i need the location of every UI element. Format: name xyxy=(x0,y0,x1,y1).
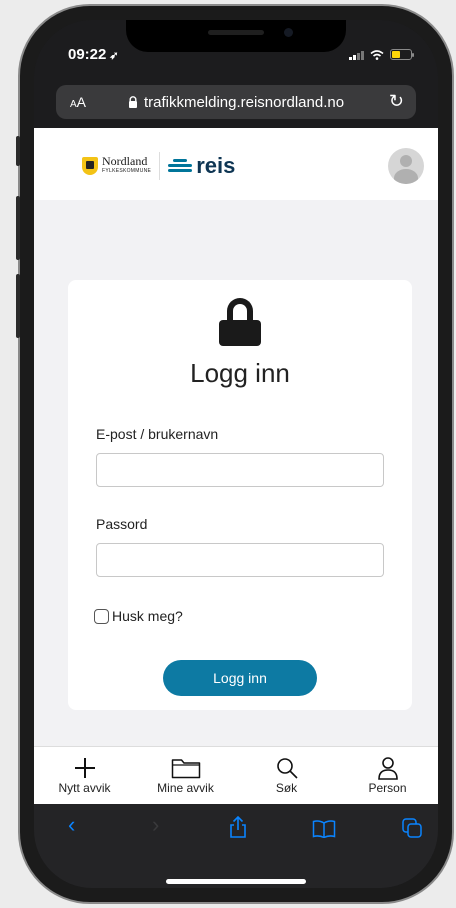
back-icon[interactable]: ‹ xyxy=(68,812,75,838)
tab-label: Nytt avvik xyxy=(58,781,111,795)
reis-waves-icon xyxy=(168,158,193,174)
search-icon xyxy=(275,755,299,781)
lock-small-icon xyxy=(128,96,137,108)
nordland-name: Nordland xyxy=(102,154,148,168)
remember-checkbox[interactable] xyxy=(94,608,109,624)
forward-icon[interactable]: › xyxy=(152,812,159,838)
lock-icon xyxy=(219,298,261,346)
nordland-subtitle: FYLKESKOMMUNE xyxy=(102,168,152,174)
login-title: Logg inn xyxy=(190,358,290,388)
remember-label: Husk meg? xyxy=(112,608,183,624)
person-icon xyxy=(376,755,400,781)
safari-toolbar: ‹ › xyxy=(34,804,438,888)
avatar[interactable] xyxy=(388,148,424,184)
front-camera xyxy=(284,28,293,37)
plus-icon xyxy=(73,755,97,781)
notch xyxy=(126,20,346,52)
tab-label: Mine avvik xyxy=(157,781,214,795)
site-logo[interactable]: Nordland FYLKESKOMMUNE reis xyxy=(82,152,235,180)
status-time-text: 09:22 xyxy=(68,46,107,63)
url-text: trafikkmelding.reisnordland.no xyxy=(143,93,345,111)
site-header: Nordland FYLKESKOMMUNE reis xyxy=(34,128,438,200)
tabs-icon[interactable] xyxy=(402,818,422,844)
wifi-icon xyxy=(370,49,384,60)
password-label: Passord xyxy=(96,516,148,532)
battery-icon xyxy=(390,49,414,60)
tab-search[interactable]: Søk xyxy=(247,747,327,805)
password-input[interactable] xyxy=(96,543,384,577)
username-label: E-post / brukernavn xyxy=(96,426,219,442)
signal-icon xyxy=(349,50,364,60)
home-indicator xyxy=(166,879,306,884)
nordland-shield-icon xyxy=(82,157,98,175)
avatar-body xyxy=(394,169,418,184)
logo-divider xyxy=(159,152,161,180)
phone-frame: 09:22 ➶ AA trafikkmelding.reisnordland.n… xyxy=(16,4,454,904)
phone-screen: 09:22 ➶ AA trafikkmelding.reisnordland.n… xyxy=(34,20,438,888)
folder-icon xyxy=(171,755,201,781)
tab-label: Søk xyxy=(275,781,298,795)
username-input[interactable] xyxy=(96,453,384,487)
login-button[interactable]: Logg inn xyxy=(163,660,317,696)
bottom-tab-bar: Nytt avvik Mine avvik Søk Person xyxy=(34,746,438,805)
nordland-wordmark: Nordland FYLKESKOMMUNE xyxy=(102,154,152,176)
text-size-button[interactable]: AA xyxy=(70,94,86,110)
remember-me[interactable]: Husk meg? xyxy=(94,608,183,624)
web-content: Nordland FYLKESKOMMUNE reis Logg inn E-p… xyxy=(34,128,438,746)
location-arrow-icon: ➶ xyxy=(109,50,119,62)
tab-new-deviation[interactable]: Nytt avvik xyxy=(45,747,125,805)
tab-label: Person xyxy=(368,781,407,795)
status-icons xyxy=(349,49,414,60)
battery-fill xyxy=(392,51,401,58)
volume-up-button xyxy=(16,196,20,260)
reis-wordmark: reis xyxy=(196,153,236,178)
address-bar[interactable]: AA trafikkmelding.reisnordland.no ↻ xyxy=(56,85,416,119)
status-time: 09:22 ➶ xyxy=(68,46,119,63)
tab-my-deviations[interactable]: Mine avvik xyxy=(146,747,226,805)
url-field[interactable]: trafikkmelding.reisnordland.no xyxy=(128,94,344,111)
volume-down-button xyxy=(16,274,20,338)
avatar-head xyxy=(400,155,412,167)
share-icon[interactable] xyxy=(229,815,247,844)
reload-icon[interactable]: ↻ xyxy=(389,91,404,112)
login-card: Logg inn E-post / brukernavn Passord Hus… xyxy=(68,280,412,710)
speaker xyxy=(208,30,264,35)
mute-switch xyxy=(16,136,20,166)
bookmarks-icon[interactable] xyxy=(312,818,336,844)
tab-person[interactable]: Person xyxy=(348,747,428,805)
